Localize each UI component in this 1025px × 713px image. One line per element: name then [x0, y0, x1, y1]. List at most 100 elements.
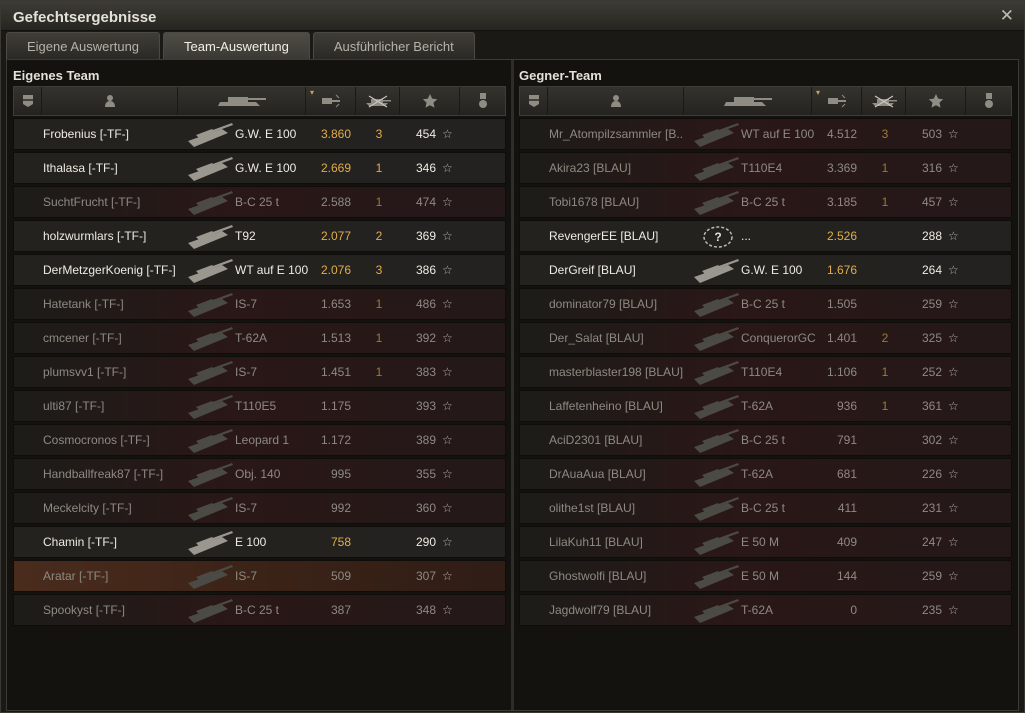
star-icon: ☆: [948, 535, 959, 549]
star-icon: ☆: [442, 127, 453, 141]
sort-indicator: ▾: [310, 88, 315, 97]
player-row[interactable]: holzwurmlars [-TF-] T92 2.077 2 369 ☆: [13, 220, 506, 252]
player-name: DerGreif [BLAU]: [549, 263, 636, 277]
player-row[interactable]: SuchtFrucht [-TF-] B-C 25 t 2.588 1 474 ☆: [13, 186, 506, 218]
tank-name: B-C 25 t: [741, 195, 786, 209]
damage-value: 4.512: [826, 127, 857, 141]
player-row[interactable]: dominator79 [BLAU] B-C 25 t 1.505 259 ☆: [519, 288, 1012, 320]
player-row[interactable]: Aratar [-TF-] IS-7 509 307 ☆: [13, 560, 506, 592]
player-row[interactable]: DrAuaAua [BLAU] T-62A 681 226 ☆: [519, 458, 1012, 490]
enemy-team-title: Gegner-Team: [519, 68, 602, 83]
player-row[interactable]: Akira23 [BLAU] T110E4 3.369 1 316 ☆: [519, 152, 1012, 184]
tab-own-evaluation[interactable]: Eigene Auswertung: [6, 32, 161, 59]
damage-icon[interactable]: ▾: [306, 87, 356, 115]
player-icon[interactable]: [548, 87, 684, 115]
player-name: Chamin [-TF-]: [43, 535, 118, 549]
player-row[interactable]: Jagdwolf79 [BLAU] T-62A 0 235 ☆: [519, 594, 1012, 626]
player-row[interactable]: LilaKuh11 [BLAU] E 50 M 409 247 ☆: [519, 526, 1012, 558]
damage-icon[interactable]: ▾: [812, 87, 862, 115]
tab-bar: Eigene Auswertung Team-Auswertung Ausfüh…: [6, 32, 478, 59]
tank-silhouette-icon: [688, 459, 740, 491]
player-row[interactable]: Cosmocronos [-TF-] Leopard 1 1.172 389 ☆: [13, 424, 506, 456]
points-star-icon[interactable]: [906, 87, 966, 115]
tank-name: T-62A: [741, 603, 774, 617]
tank-name: T-62A: [741, 399, 774, 413]
damage-value: 409: [836, 535, 857, 549]
tank-name: T110E4: [741, 365, 783, 379]
close-icon[interactable]: ✕: [1000, 6, 1014, 26]
player-row[interactable]: Hatetank [-TF-] IS-7 1.653 1 486 ☆: [13, 288, 506, 320]
tank-name: Leopard 1: [235, 433, 290, 447]
tank-silhouette-icon: [182, 221, 234, 253]
tank-silhouette-icon: [182, 153, 234, 185]
player-row[interactable]: Ghostwolfi [BLAU] E 50 M 144 259 ☆: [519, 560, 1012, 592]
player-name: Meckelcity [-TF-]: [43, 501, 132, 515]
tank-icon[interactable]: [178, 87, 306, 115]
player-row[interactable]: Handballfreak87 [-TF-] Obj. 140 995 355 ☆: [13, 458, 506, 490]
kills-value: 2: [881, 331, 889, 345]
own-team-column-header: ▾: [13, 86, 506, 116]
kills-value: 1: [881, 399, 889, 413]
player-row[interactable]: olithe1st [BLAU] B-C 25 t 411 231 ☆: [519, 492, 1012, 524]
player-row[interactable]: Frobenius [-TF-] G.W. E 100 3.860 3 454 ☆: [13, 118, 506, 150]
star-icon: ☆: [948, 501, 959, 515]
player-row[interactable]: Laffetenheino [BLAU] T-62A 936 1 361 ☆: [519, 390, 1012, 422]
player-row[interactable]: plumsvv1 [-TF-] IS-7 1.451 1 383 ☆: [13, 356, 506, 388]
points-star-icon[interactable]: [400, 87, 460, 115]
player-row[interactable]: Der_Salat [BLAU] ConquerorGC 1.401 2 325 ☆: [519, 322, 1012, 354]
tank-silhouette-icon: [182, 561, 234, 593]
player-name: RevengerEE [BLAU]: [549, 229, 659, 243]
player-name: Spookyst [-TF-]: [43, 603, 126, 617]
player-row[interactable]: Tobi1678 [BLAU] B-C 25 t 3.185 1 457 ☆: [519, 186, 1012, 218]
player-row[interactable]: masterblaster198 [BLAU] T110E4 1.106 1 252 ☆: [519, 356, 1012, 388]
tank-name: ConquerorGC: [741, 331, 816, 345]
player-name: Laffetenheino [BLAU]: [549, 399, 663, 413]
player-row[interactable]: DerMetzgerKoenig [-TF-] WT auf E 100 2.076…: [13, 254, 506, 286]
own-team-list: Frobenius [-TF-] G.W. E 100 3.860 3 454 ☆ Itha…: [13, 118, 506, 628]
medal-icon[interactable]: [966, 87, 1011, 115]
player-row[interactable]: Ithalasa [-TF-] G.W. E 100 2.669 1 346 ☆: [13, 152, 506, 184]
player-row[interactable]: Spookyst [-TF-] B-C 25 t 387 348 ☆: [13, 594, 506, 626]
tank-silhouette-icon: [688, 391, 740, 423]
tank-silhouette-icon: [688, 119, 740, 151]
enemy-team-list: Mr_Atompilzsammler [B.. WT auf E 100 4.512…: [519, 118, 1012, 628]
tab-team-evaluation[interactable]: Team-Auswertung: [163, 32, 310, 59]
player-row[interactable]: ulti87 [-TF-] T110E5 1.175 393 ☆: [13, 390, 506, 422]
player-row[interactable]: Meckelcity [-TF-] IS-7 992 360 ☆: [13, 492, 506, 524]
star-icon: ☆: [948, 263, 959, 277]
tank-silhouette-icon: [182, 595, 234, 627]
star-icon: ☆: [442, 365, 453, 379]
player-icon[interactable]: [42, 87, 178, 115]
title-bar[interactable]: Gefechtsergebnisse ✕: [1, 1, 1024, 31]
star-icon: ☆: [442, 263, 453, 277]
tank-silhouette-icon: [688, 187, 740, 219]
tank-name: IS-7: [235, 297, 258, 311]
player-name: Frobenius [-TF-]: [43, 127, 130, 141]
star-icon: ☆: [948, 467, 959, 481]
player-row[interactable]: Chamin [-TF-] E 100 758 290 ☆: [13, 526, 506, 558]
player-name: Ghostwolfi [BLAU]: [549, 569, 647, 583]
kills-icon[interactable]: [862, 87, 906, 115]
player-row[interactable]: DerGreif [BLAU] G.W. E 100 1.676 264 ☆: [519, 254, 1012, 286]
tank-icon[interactable]: [684, 87, 812, 115]
star-icon: ☆: [948, 229, 959, 243]
medal-icon[interactable]: [460, 87, 505, 115]
tank-name: B-C 25 t: [235, 195, 280, 209]
squad-icon[interactable]: [520, 87, 548, 115]
panel-divider: [511, 60, 514, 710]
squad-icon[interactable]: [14, 87, 42, 115]
star-icon: ☆: [442, 569, 453, 583]
tank-name: G.W. E 100: [741, 263, 803, 277]
player-name: Aratar [-TF-]: [43, 569, 109, 583]
player-row[interactable]: AciD2301 [BLAU] B-C 25 t 791 302 ☆: [519, 424, 1012, 456]
player-name: Hatetank [-TF-]: [43, 297, 124, 311]
kills-icon[interactable]: [356, 87, 400, 115]
player-row[interactable]: RevengerEE [BLAU]?... 2.526 288 ☆: [519, 220, 1012, 252]
tank-name: T92: [235, 229, 256, 243]
tab-detailed-report[interactable]: Ausführlicher Bericht: [312, 32, 475, 59]
tank-silhouette-icon: [182, 323, 234, 355]
player-row[interactable]: Mr_Atompilzsammler [B.. WT auf E 100 4.512…: [519, 118, 1012, 150]
tank-name: E 50 M: [741, 535, 780, 549]
player-name: masterblaster198 [BLAU]: [549, 365, 684, 379]
player-row[interactable]: cmcener [-TF-] T-62A 1.513 1 392 ☆: [13, 322, 506, 354]
